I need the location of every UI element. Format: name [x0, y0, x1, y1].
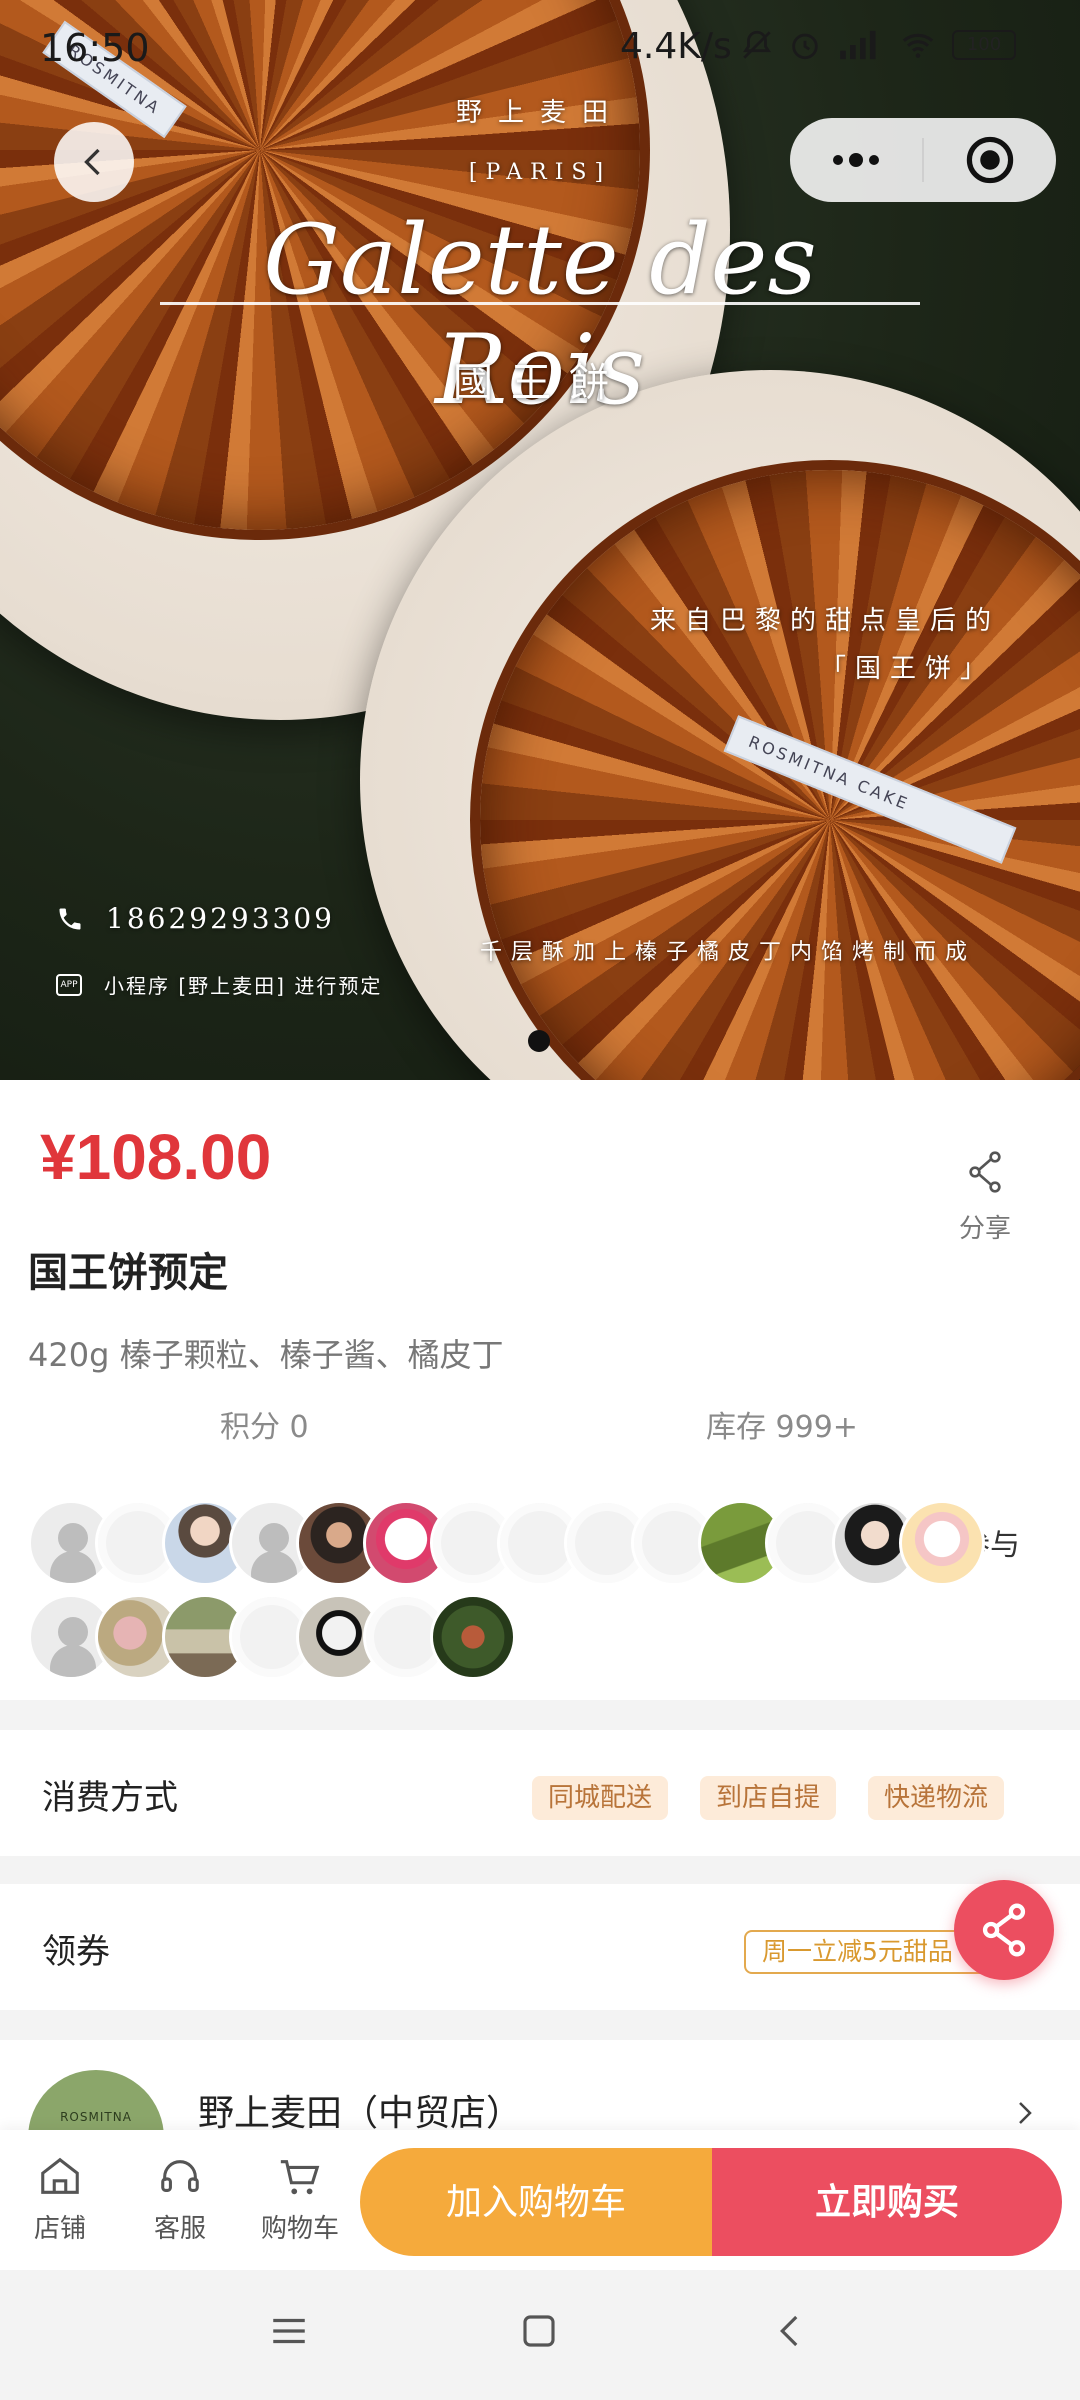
hero-subtitle: 國王餅	[453, 360, 627, 406]
service-tab-label: 客服	[153, 2214, 206, 2244]
coupon-label: 领券	[42, 1932, 110, 1972]
hero-tagline-2: 「国王饼」	[820, 654, 996, 684]
buy-now-button[interactable]: 立即购买	[712, 2148, 1062, 2256]
hero-app-note: 小程序 [野上麦田] 进行预定	[104, 974, 383, 998]
miniprogram-capsule	[790, 118, 1056, 202]
share-icon	[969, 1151, 1001, 1193]
app-icon: APP	[56, 973, 82, 996]
system-icons: 100	[740, 28, 1016, 62]
stock-stat: 库存 999+	[706, 1410, 858, 1445]
hero-phone-row: 18629293309	[56, 902, 335, 935]
phone-icon	[59, 908, 81, 929]
system-nav-bar	[0, 2270, 1080, 2400]
service-tab[interactable]: 客服	[130, 2154, 230, 2245]
more-button[interactable]	[790, 118, 922, 202]
store-icon	[41, 2157, 79, 2194]
consumption-label: 消费方式	[42, 1778, 178, 1818]
store-name: 野上麦田（中贸店）	[198, 2093, 523, 2134]
headset-icon	[161, 2160, 199, 2192]
store-row[interactable]: ROSMITNA 野上麦田（中贸店）	[0, 2040, 1080, 2140]
bottom-action-bar: 店铺 客服 购物车 加入购物车 立即购买	[0, 2130, 1080, 2270]
signal-icon	[840, 30, 876, 60]
hero-tagline-3: 千层酥加上榛子橘皮丁内馅烤制而成	[480, 940, 977, 965]
share-button[interactable]: 分享	[940, 1150, 1030, 1245]
hero-phone: 18629293309	[106, 902, 335, 935]
chevron-right-icon	[1019, 2102, 1032, 2124]
wifi-icon	[902, 33, 934, 58]
target-icon	[966, 136, 1014, 184]
store-tab[interactable]: 店铺	[10, 2154, 110, 2245]
cart-tab[interactable]: 购物车	[250, 2154, 350, 2245]
pickup-option[interactable]: 到店自提	[700, 1776, 837, 1820]
avatar	[430, 1594, 516, 1680]
hero-app-row: APP 小程序 [野上麦田] 进行预定	[56, 970, 382, 999]
express-option[interactable]: 快递物流	[868, 1776, 1005, 1820]
product-info: ¥108.00 分享 国王饼预定 420g 榛子颗粒、榛子酱、橘皮丁 积分 0 …	[0, 1080, 1080, 1700]
add-to-cart-button[interactable]: 加入购物车	[360, 2148, 712, 2256]
status-net-speed: 4.4K/s	[620, 26, 732, 67]
avatar	[899, 1500, 985, 1586]
floating-share-button[interactable]	[954, 1880, 1054, 1980]
delivery-option[interactable]: 同城配送	[532, 1776, 669, 1820]
share-icon	[982, 1903, 1026, 1957]
back-button[interactable]	[54, 122, 134, 202]
more-dots-icon	[833, 153, 879, 167]
coupon-section[interactable]: 领券 周一立减5元甜品	[0, 1884, 1080, 2010]
carousel-indicator	[528, 1030, 550, 1052]
product-price: ¥108.00	[40, 1121, 272, 1193]
close-miniprogram-button[interactable]	[924, 118, 1056, 202]
product-title: 国王饼预定	[28, 1250, 228, 1296]
cart-icon	[280, 2160, 320, 2195]
status-bar: 16:50 4.4K/s 100	[0, 0, 1080, 96]
home-icon[interactable]	[518, 2310, 560, 2352]
points-stat: 积分 0	[220, 1410, 309, 1445]
share-label: 分享	[958, 1214, 1011, 1244]
mute-icon	[743, 30, 771, 59]
menu-icon[interactable]	[268, 2310, 310, 2352]
chevron-left-icon	[84, 148, 100, 176]
cart-tab-label: 购物车	[260, 2214, 339, 2244]
status-time: 16:50	[40, 26, 150, 70]
consumption-methods: 消费方式 同城配送 到店自提 快递物流	[0, 1730, 1080, 1856]
store-tab-label: 店铺	[33, 2214, 86, 2244]
hero-tagline-1: 来自巴黎的甜点皇后的	[650, 606, 1001, 636]
product-description: 420g 榛子颗粒、榛子酱、橘皮丁	[28, 1336, 504, 1374]
alarm-icon	[792, 33, 818, 60]
back-nav-icon[interactable]	[770, 2310, 812, 2352]
hero-underline	[160, 302, 920, 305]
battery-icon: 100	[952, 30, 1016, 60]
